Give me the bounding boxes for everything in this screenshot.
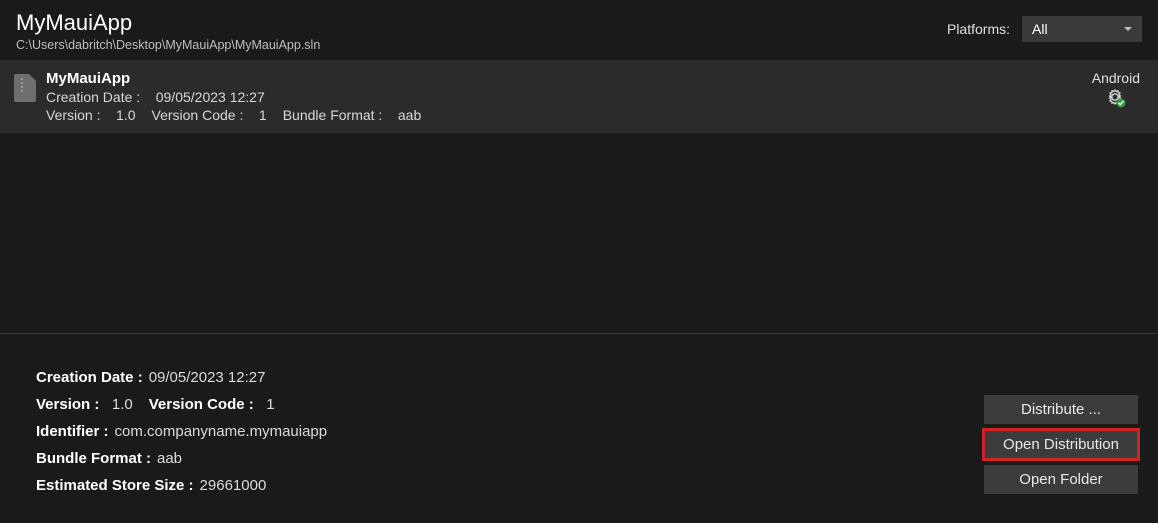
platforms-select[interactable]: All bbox=[1022, 16, 1142, 42]
distribute-button[interactable]: Distribute ... bbox=[984, 395, 1138, 424]
archive-meta: Version : 1.0 Version Code : 1 Bundle Fo… bbox=[46, 107, 421, 123]
chevron-down-icon bbox=[1124, 27, 1132, 31]
open-distribution-button[interactable]: Open Distribution bbox=[984, 430, 1138, 459]
archive-bundle-format: Bundle Format : aab bbox=[283, 107, 422, 123]
details-panel: Creation Date : 09/05/2023 12:27 Version… bbox=[0, 333, 1158, 506]
archive-platform-badge: Android bbox=[1092, 70, 1140, 108]
header-right: Platforms: All bbox=[947, 16, 1142, 42]
detail-version-code: Version Code : 1 bbox=[149, 396, 275, 413]
detail-version: Version : 1.0 bbox=[36, 396, 133, 413]
archive-creation-date: Creation Date : 09/05/2023 12:27 bbox=[46, 89, 421, 105]
archive-name: MyMauiApp bbox=[46, 70, 421, 87]
archive-file-icon bbox=[14, 74, 36, 102]
archive-version: Version : 1.0 bbox=[46, 107, 136, 123]
action-buttons: Distribute ... Open Distribution Open Fo… bbox=[984, 395, 1138, 494]
archive-info: MyMauiApp Creation Date : 09/05/2023 12:… bbox=[46, 70, 421, 123]
open-folder-button[interactable]: Open Folder bbox=[984, 465, 1138, 494]
archive-left: MyMauiApp Creation Date : 09/05/2023 12:… bbox=[14, 70, 421, 123]
archive-row[interactable]: MyMauiApp Creation Date : 09/05/2023 12:… bbox=[0, 60, 1158, 133]
platform-label: Android bbox=[1092, 70, 1140, 86]
details-left: Creation Date : 09/05/2023 12:27 Version… bbox=[36, 369, 327, 494]
header: MyMauiApp C:\Users\dabritch\Desktop\MyMa… bbox=[0, 0, 1158, 60]
gear-check-icon bbox=[1105, 88, 1127, 108]
header-left: MyMauiApp C:\Users\dabritch\Desktop\MyMa… bbox=[16, 10, 320, 52]
archive-version-code: Version Code : 1 bbox=[152, 107, 267, 123]
detail-version-row: Version : 1.0 Version Code : 1 bbox=[36, 396, 327, 413]
page-title: MyMauiApp bbox=[16, 10, 320, 36]
detail-identifier: Identifier : com.companyname.mymauiapp bbox=[36, 423, 327, 440]
archive-list-empty-area bbox=[0, 133, 1158, 333]
platforms-label: Platforms: bbox=[947, 21, 1010, 37]
detail-creation-date: Creation Date : 09/05/2023 12:27 bbox=[36, 369, 327, 386]
solution-path: C:\Users\dabritch\Desktop\MyMauiApp\MyMa… bbox=[16, 38, 320, 52]
detail-estimated-store-size: Estimated Store Size : 29661000 bbox=[36, 477, 327, 494]
detail-bundle-format: Bundle Format : aab bbox=[36, 450, 327, 467]
platforms-value: All bbox=[1032, 21, 1048, 37]
